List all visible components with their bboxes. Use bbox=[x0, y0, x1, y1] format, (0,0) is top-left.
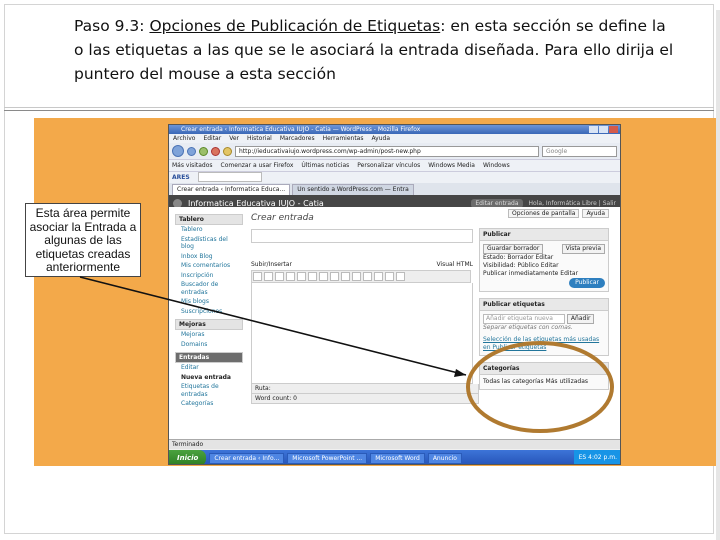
highlight-ellipse bbox=[466, 341, 614, 433]
pointer-arrow-line bbox=[79, 276, 467, 376]
arrowhead-icon bbox=[454, 369, 466, 377]
annotation-overlay bbox=[79, 276, 614, 433]
